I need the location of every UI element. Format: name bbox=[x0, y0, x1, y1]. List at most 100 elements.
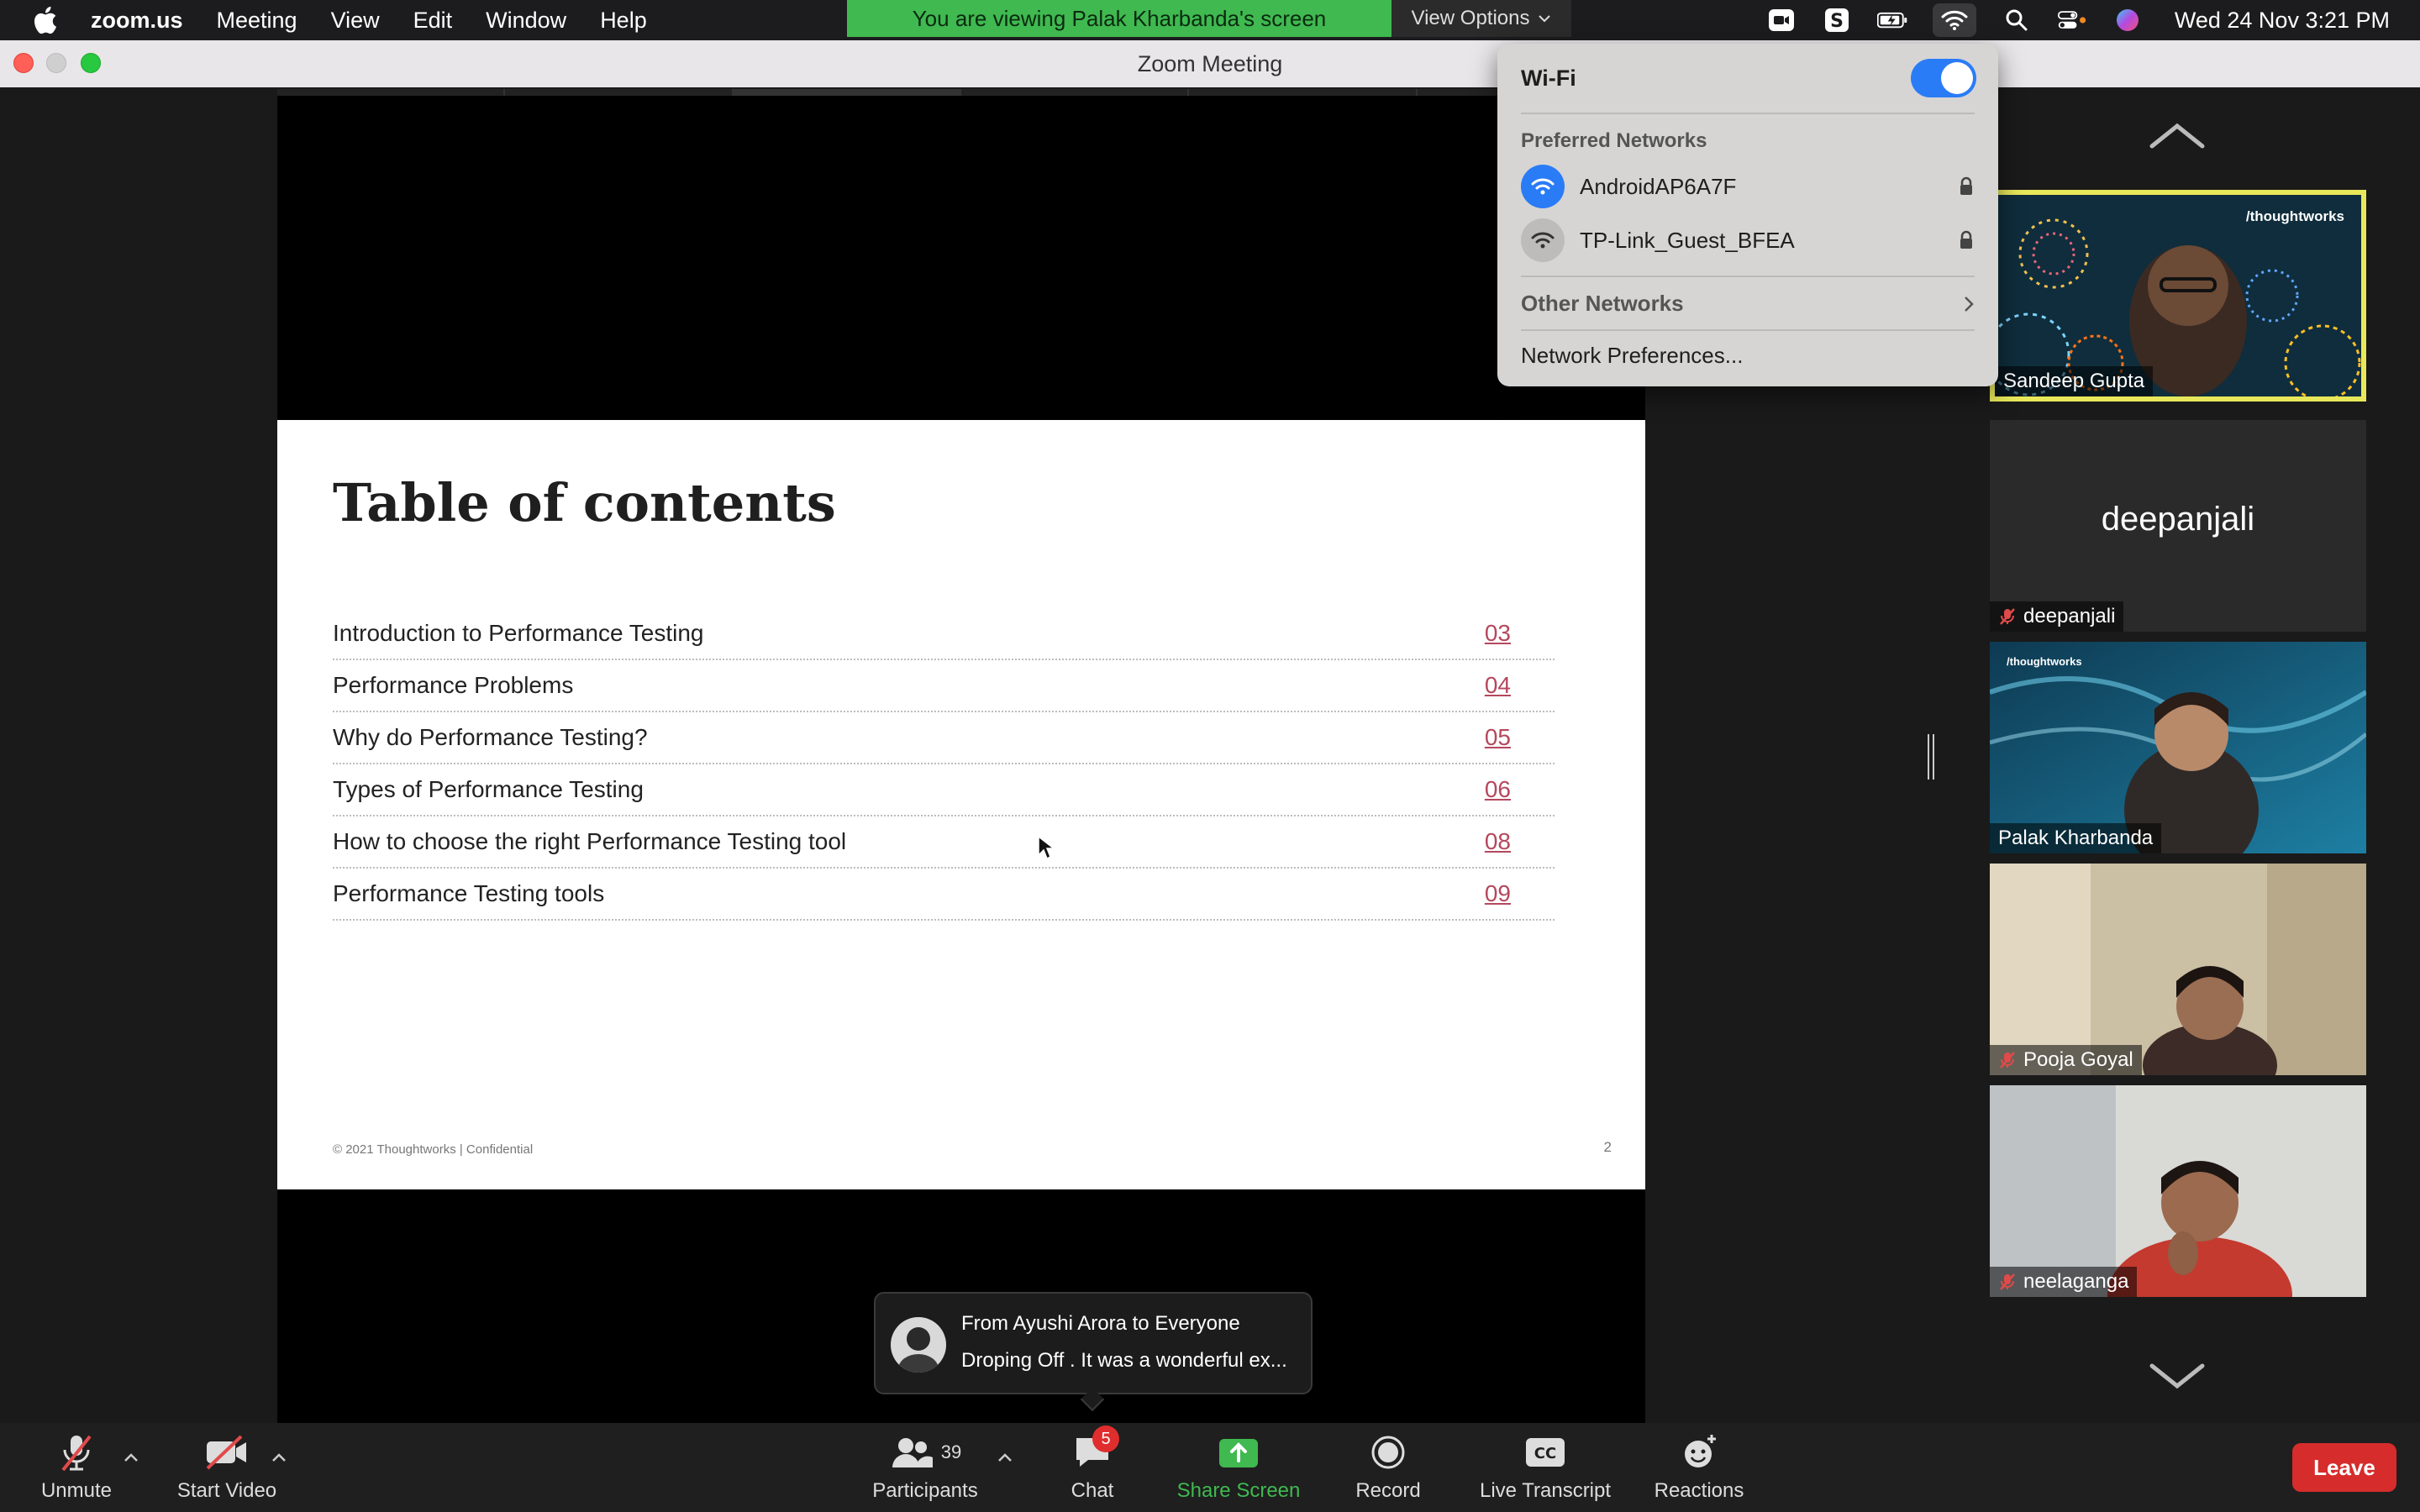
wave-background bbox=[1990, 642, 2366, 853]
participant-tile-palak[interactable]: /thoughtworks Palak Kharbanda bbox=[1990, 642, 2366, 853]
participant-name-label: deepanjali bbox=[1990, 601, 2124, 632]
reactions-button[interactable]: Reactions bbox=[1649, 1423, 1749, 1512]
toc-page-link[interactable]: 08 bbox=[1485, 828, 1511, 855]
toc-row: Performance Testing tools 09 bbox=[333, 869, 1555, 921]
menu-divider bbox=[1521, 329, 1975, 331]
video-options-caret-icon[interactable] bbox=[269, 1448, 289, 1468]
tab-segment bbox=[505, 89, 734, 96]
chevron-right-icon bbox=[1965, 296, 1974, 312]
view-options-button[interactable]: View Options bbox=[1392, 0, 1571, 37]
window-title: Zoom Meeting bbox=[1137, 50, 1283, 76]
scroll-down-chevron-icon[interactable] bbox=[2147, 1359, 2207, 1393]
wifi-network-item[interactable]: AndroidAP6A7F bbox=[1521, 163, 1975, 210]
window-minimize-button[interactable] bbox=[46, 53, 66, 73]
mic-muted-icon bbox=[2000, 1273, 2015, 1290]
menu-edit[interactable]: Edit bbox=[413, 8, 453, 34]
network-preferences-label: Network Preferences... bbox=[1521, 343, 1744, 368]
menu-view[interactable]: View bbox=[331, 8, 380, 34]
toc-entry-text: Performance Testing tools bbox=[333, 880, 605, 906]
window-zoom-button[interactable] bbox=[81, 53, 101, 73]
network-preferences-item[interactable]: Network Preferences... bbox=[1521, 343, 1975, 369]
leave-meeting-button[interactable]: Leave bbox=[2292, 1443, 2396, 1492]
apple-logo-icon[interactable] bbox=[30, 5, 59, 35]
audio-options-caret-icon[interactable] bbox=[121, 1448, 141, 1468]
avatar bbox=[891, 1317, 946, 1373]
toc-row: Types of Performance Testing 06 bbox=[333, 764, 1555, 816]
toc-row: Why do Performance Testing? 05 bbox=[333, 712, 1555, 764]
participant-name: deepanjali bbox=[2023, 605, 2116, 627]
participants-caret-icon[interactable] bbox=[995, 1448, 1015, 1468]
chat-notification-toast[interactable]: From Ayushi Arora to Everyone Droping Of… bbox=[874, 1292, 1313, 1394]
battery-charging-icon[interactable] bbox=[1876, 8, 1907, 33]
participant-tile-deepanjali[interactable]: deepanjali deepanjali bbox=[1990, 420, 2366, 632]
meeting-toolbar: Unmute Start Video 39 Participants 5 Cha… bbox=[0, 1423, 2420, 1512]
participant-tile-pooja[interactable]: Pooja Goyal bbox=[1990, 864, 2366, 1075]
participants-button[interactable]: 39 Participants bbox=[862, 1423, 988, 1512]
wifi-icon[interactable] bbox=[1932, 3, 1976, 37]
other-networks-item[interactable]: Other Networks bbox=[1521, 291, 1975, 317]
menu-divider bbox=[1521, 276, 1975, 277]
window-titlebar: Zoom Meeting bbox=[0, 40, 2420, 87]
preferred-networks-heading: Preferred Networks bbox=[1521, 129, 1707, 152]
toggle-knob bbox=[1941, 62, 1973, 94]
chat-message-preview: Droping Off . It was a wonderful ex... bbox=[961, 1349, 1287, 1372]
menubar-clock[interactable]: Wed 24 Nov 3:21 PM bbox=[2175, 8, 2390, 34]
share-screen-button[interactable]: Share Screen bbox=[1170, 1423, 1307, 1512]
record-label: Record bbox=[1355, 1479, 1421, 1502]
video-off-icon bbox=[206, 1435, 246, 1470]
wifi-signal-icon bbox=[1521, 218, 1565, 262]
unmute-button[interactable]: Unmute bbox=[29, 1423, 124, 1512]
tile-logo-text: /thoughtworks bbox=[2245, 208, 2344, 224]
toc-page-link[interactable]: 09 bbox=[1485, 880, 1511, 907]
toc-entry-text: Introduction to Performance Testing bbox=[333, 620, 704, 646]
toc-row: Introduction to Performance Testing 03 bbox=[333, 608, 1555, 660]
mic-muted-icon bbox=[2000, 1052, 2015, 1068]
panel-resize-handle[interactable] bbox=[1928, 734, 1934, 780]
record-icon bbox=[1371, 1436, 1405, 1469]
menu-meeting[interactable]: Meeting bbox=[217, 8, 297, 34]
wifi-menu-title: Wi-Fi bbox=[1521, 66, 1576, 91]
tile-logo-text: /thoughtworks bbox=[2007, 655, 2082, 668]
toc-page-link[interactable]: 05 bbox=[1485, 724, 1511, 751]
toc-entry-text: Why do Performance Testing? bbox=[333, 724, 648, 750]
window-close-button[interactable] bbox=[13, 53, 34, 73]
menu-window[interactable]: Window bbox=[486, 8, 566, 34]
wifi-dropdown-menu: Wi-Fi Preferred Networks AndroidAP6A7F T… bbox=[1497, 44, 1998, 386]
skype-s-icon[interactable]: S bbox=[1822, 8, 1852, 33]
closed-caption-icon: CC bbox=[1526, 1438, 1565, 1467]
participant-tile-sandeep[interactable]: /thoughtworks Sandeep Gupta bbox=[1990, 190, 2366, 402]
participants-icon bbox=[892, 1438, 933, 1467]
chat-sender: From Ayushi Arora to Everyone bbox=[961, 1312, 1240, 1335]
scroll-up-chevron-icon[interactable] bbox=[2147, 119, 2207, 153]
wifi-toggle-switch[interactable] bbox=[1911, 59, 1976, 97]
zoom-camera-status-icon[interactable] bbox=[1766, 8, 1797, 33]
chat-button[interactable]: 5 Chat bbox=[1050, 1423, 1134, 1512]
presentation-slide: Table of contents Introduction to Perfor… bbox=[277, 420, 1645, 1189]
participant-name-label: Palak Kharbanda bbox=[1990, 823, 2162, 853]
spotlight-search-icon[interactable] bbox=[2002, 8, 2032, 33]
menu-help[interactable]: Help bbox=[600, 8, 647, 34]
siri-icon[interactable] bbox=[2112, 8, 2143, 33]
start-video-button[interactable]: Start Video bbox=[168, 1423, 286, 1512]
room-background bbox=[1990, 864, 2366, 1075]
wifi-signal-icon bbox=[1521, 165, 1565, 208]
mouse-cursor-icon bbox=[1038, 835, 1054, 860]
live-transcript-button[interactable]: CC Live Transcript bbox=[1470, 1423, 1620, 1512]
unmute-label: Unmute bbox=[40, 1479, 113, 1502]
record-button[interactable]: Record bbox=[1346, 1423, 1430, 1512]
tab-segment bbox=[1189, 89, 1418, 96]
chat-label: Chat bbox=[1071, 1479, 1114, 1502]
tab-segment bbox=[733, 89, 961, 96]
toc-page-link[interactable]: 04 bbox=[1485, 672, 1511, 699]
participant-tile-neelaganga[interactable]: neelaganga bbox=[1990, 1085, 2366, 1297]
toc-page-link[interactable]: 06 bbox=[1485, 776, 1511, 803]
wifi-network-item[interactable]: TP-Link_Guest_BFEA bbox=[1521, 217, 1975, 264]
toc-page-link[interactable]: 03 bbox=[1485, 620, 1511, 647]
control-center-icon[interactable] bbox=[2057, 8, 2087, 33]
viewing-screen-banner: You are viewing Palak Kharbanda's screen bbox=[847, 0, 1392, 37]
menu-app-name[interactable]: zoom.us bbox=[91, 8, 183, 34]
svg-text:CC: CC bbox=[1534, 1445, 1556, 1462]
shared-tab-strip bbox=[277, 89, 1645, 96]
tab-segment bbox=[960, 89, 1190, 96]
participant-name-label: Pooja Goyal bbox=[1990, 1045, 2142, 1075]
